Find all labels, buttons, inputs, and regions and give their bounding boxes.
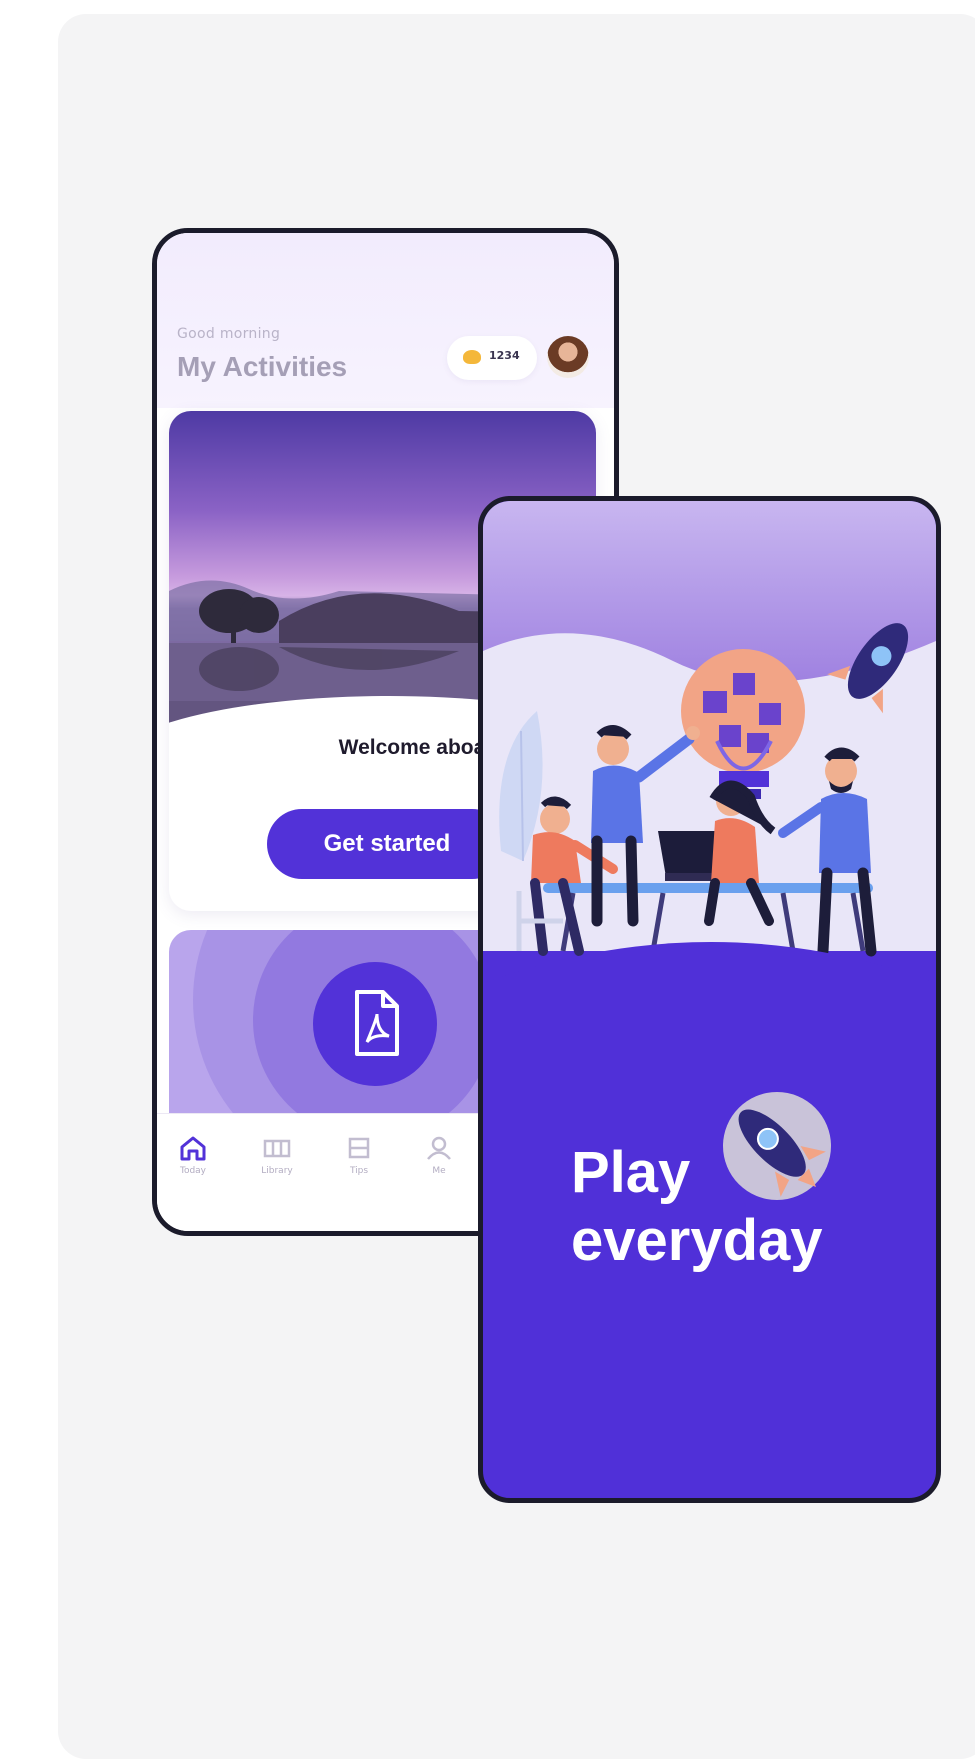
headline-line-1: Play: [571, 1140, 691, 1205]
tab-label: Tips: [349, 1166, 369, 1176]
activities-header: Good morning My Activities 1234: [157, 233, 614, 408]
coin-icon: [463, 350, 481, 364]
promo-phone: Play everyday: [478, 496, 941, 1503]
get-started-button[interactable]: Get started: [267, 809, 507, 879]
coin-count: 1234: [489, 349, 520, 362]
tab-label: Today: [179, 1166, 207, 1176]
greeting-text: Good morning: [177, 326, 281, 342]
tab-label: Library: [261, 1166, 293, 1176]
tab-label: Me: [432, 1166, 446, 1176]
team-illustration: [483, 623, 936, 1041]
avatar[interactable]: [547, 336, 589, 378]
library-icon: [263, 1139, 291, 1158]
tab-me[interactable]: Me: [409, 1134, 469, 1176]
tips-icon: [348, 1137, 370, 1159]
tab-today[interactable]: Today: [163, 1134, 223, 1176]
pdf-file-icon: [355, 990, 399, 1056]
coin-balance[interactable]: 1234: [447, 336, 537, 380]
profile-icon: [427, 1136, 451, 1160]
tab-library[interactable]: Library: [247, 1134, 307, 1176]
tab-tips[interactable]: Tips: [329, 1134, 389, 1176]
page-title: My Activities: [177, 351, 348, 382]
headline-line-2: everyday: [571, 1208, 823, 1273]
home-icon: [180, 1136, 206, 1161]
promo-headline: Play everyday: [571, 1139, 823, 1275]
pdf-circle: [313, 962, 437, 1086]
